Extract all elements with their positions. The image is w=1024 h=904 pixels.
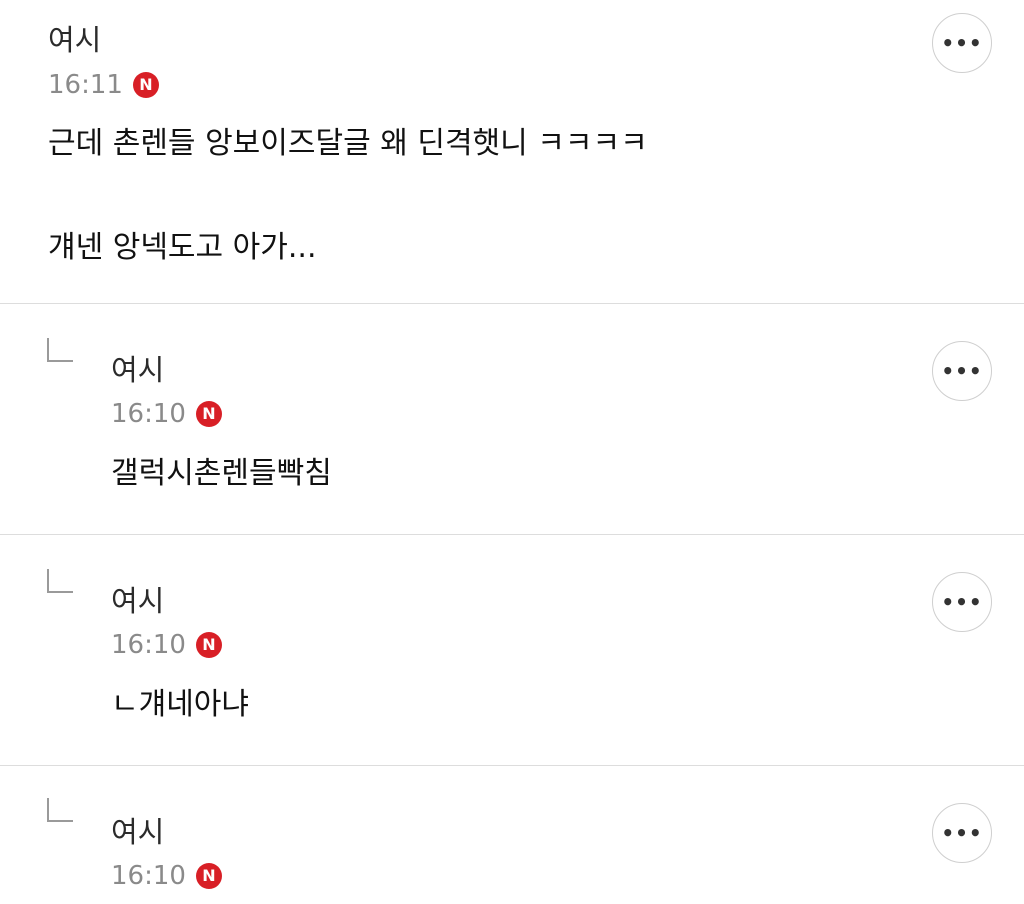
comment-item: 여시 16:11 N 근데 촌렌들 앙보이즈달글 왜 딘격햇니 ㅋㅋㅋㅋ 걔넨 …	[0, 0, 1024, 304]
comment-author: 여시	[111, 584, 165, 618]
new-badge-icon: N	[195, 401, 222, 427]
reply-item: 여시 16:10 N 갤럭시촌렌들빡침 •••	[0, 304, 1024, 535]
more-options-icon: •••	[941, 590, 983, 614]
reply-arrow-icon	[47, 569, 73, 593]
comment-time: 16:10	[111, 861, 186, 891]
reply-arrow-icon	[47, 338, 73, 362]
comment-time: 16:11	[48, 70, 123, 100]
comment-author: 여시	[48, 23, 102, 57]
more-options-icon: •••	[941, 31, 983, 55]
comment-body-line: ㄴ걔네아냐	[111, 687, 249, 722]
comment-meta: 16:10 N	[111, 860, 222, 892]
comment-body-line: 근데 촌렌들 앙보이즈달글 왜 딘격햇니 ㅋㅋㅋㅋ	[48, 126, 648, 161]
reply-item: 여시 16:10 N ㄴ걔네아냐 •••	[0, 535, 1024, 766]
more-options-button[interactable]: •••	[932, 13, 992, 73]
comment-author: 여시	[111, 353, 165, 387]
new-badge-icon: N	[195, 863, 222, 889]
comment-meta: 16:11 N	[48, 69, 159, 101]
more-options-icon: •••	[941, 821, 983, 845]
comment-body-line: 갤럭시촌렌들빡침	[111, 456, 332, 491]
more-options-button[interactable]: •••	[932, 803, 992, 863]
comment-meta: 16:10 N	[111, 629, 222, 661]
new-badge-icon: N	[132, 72, 159, 98]
reply-arrow-icon	[47, 798, 73, 822]
more-options-icon: •••	[941, 359, 983, 383]
comment-author: 여시	[111, 815, 165, 849]
more-options-button[interactable]: •••	[932, 572, 992, 632]
more-options-button[interactable]: •••	[932, 341, 992, 401]
comment-meta: 16:10 N	[111, 398, 222, 430]
new-badge-icon: N	[195, 632, 222, 658]
comment-time: 16:10	[111, 399, 186, 429]
comment-body-line: 걔넨 앙넥도고 아가...	[48, 230, 317, 265]
reply-item: 여시 16:10 N •••	[0, 766, 1024, 904]
comment-time: 16:10	[111, 630, 186, 660]
